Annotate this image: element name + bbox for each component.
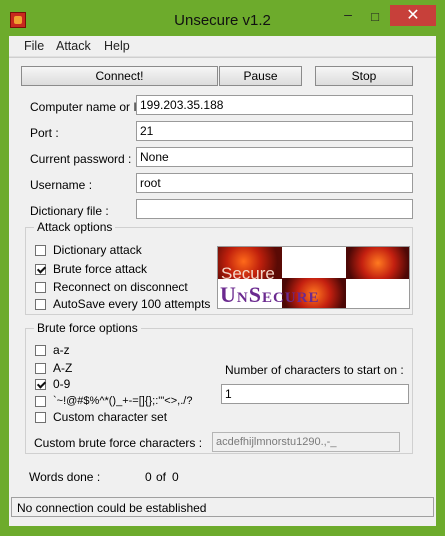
checkbox-label: A-Z [53,361,73,375]
symbols-checkbox[interactable]: `~!@#$%^*()_+-=[]{};:'"<>,./? [35,393,192,409]
computer-label: Computer name or IP : [30,100,152,114]
menu-bar: File Attack Help [9,36,436,57]
checkbox-label: AutoSave every 100 attempts [53,297,211,311]
words-done-of: of [156,470,167,484]
checkbox-label: 0-9 [53,377,71,391]
menu-attack[interactable]: Attack [56,39,91,53]
menu-help[interactable]: Help [104,39,130,53]
stop-button[interactable]: Stop [315,66,413,86]
checkbox-box[interactable] [35,362,46,374]
status-bar: No connection could be established [11,497,434,517]
start-chars-input[interactable]: 1 [221,384,409,404]
logo-secure-text: Secure [221,264,275,283]
custom-chars-label: Custom brute force characters : [34,436,203,450]
digits-checkbox[interactable]: 0-9 [35,376,70,392]
checkbox-label: Brute force attack [53,262,148,276]
close-button[interactable]: ✕ [390,5,436,26]
unsecure-logo: Secure UNSECURE [217,246,410,309]
checkbox-box[interactable] [35,281,46,293]
port-label: Port : [30,126,59,140]
dictionary-label: Dictionary file : [30,204,109,218]
title-bar[interactable]: Unsecure v1.2 – □ ✕ [0,0,445,36]
logo-unsecure-text: UNSECURE [220,282,320,307]
attack-options-title: Attack options [34,220,116,234]
minimize-button[interactable]: – [335,7,361,27]
menu-separator [9,57,436,58]
attack-options-group: Attack options Dictionary attack Brute f… [25,220,413,315]
brute-force-attack-checkbox[interactable]: Brute force attack [35,261,147,277]
words-total-count: 0 [172,470,179,484]
maximize-button[interactable]: □ [362,7,388,27]
logo-fire-tile [346,247,409,279]
start-chars-label: Number of characters to start on : [225,363,404,377]
checkbox-box[interactable] [35,244,46,256]
checkbox-label: `~!@#$%^*()_+-=[]{};:'"<>,./? [53,395,193,407]
username-input[interactable]: root [136,173,413,193]
checkbox-label: Reconnect on disconnect [53,280,188,294]
checkbox-label: Custom character set [53,410,168,424]
brute-force-options-title: Brute force options [34,321,141,335]
uppercase-checkbox[interactable]: A-Z [35,360,72,376]
lowercase-checkbox[interactable]: a-z [35,342,70,358]
app-window: Unsecure v1.2 – □ ✕ File Attack Help Con… [0,0,445,536]
pause-button[interactable]: Pause [219,66,302,86]
connect-button[interactable]: Connect! [21,66,218,86]
computer-input[interactable]: 199.203.35.188 [136,95,413,115]
client-area: File Attack Help Connect! Pause Stop Com… [9,36,436,526]
custom-charset-checkbox[interactable]: Custom character set [35,409,167,425]
port-input[interactable]: 21 [136,121,413,141]
dictionary-input[interactable] [136,199,413,219]
words-done-count: 0 [145,470,152,484]
checkbox-box[interactable] [35,411,46,423]
checkbox-box[interactable] [35,298,46,310]
autosave-checkbox[interactable]: AutoSave every 100 attempts [35,296,210,312]
username-label: Username : [30,178,93,192]
password-input[interactable]: None [136,147,413,167]
checkbox-box[interactable] [35,378,46,390]
checkbox-label: Dictionary attack [53,243,142,257]
reconnect-checkbox[interactable]: Reconnect on disconnect [35,279,188,295]
menu-file[interactable]: File [24,39,44,53]
checkbox-box[interactable] [35,395,46,407]
dictionary-attack-checkbox[interactable]: Dictionary attack [35,242,142,258]
words-done-label: Words done : [29,470,101,484]
checkbox-box[interactable] [35,263,46,275]
checkbox-box[interactable] [35,344,46,356]
custom-chars-input[interactable]: acdefhijlmnorstu1290.,-_ [212,432,400,452]
password-label: Current password : [30,152,132,166]
checkbox-label: a-z [53,343,70,357]
